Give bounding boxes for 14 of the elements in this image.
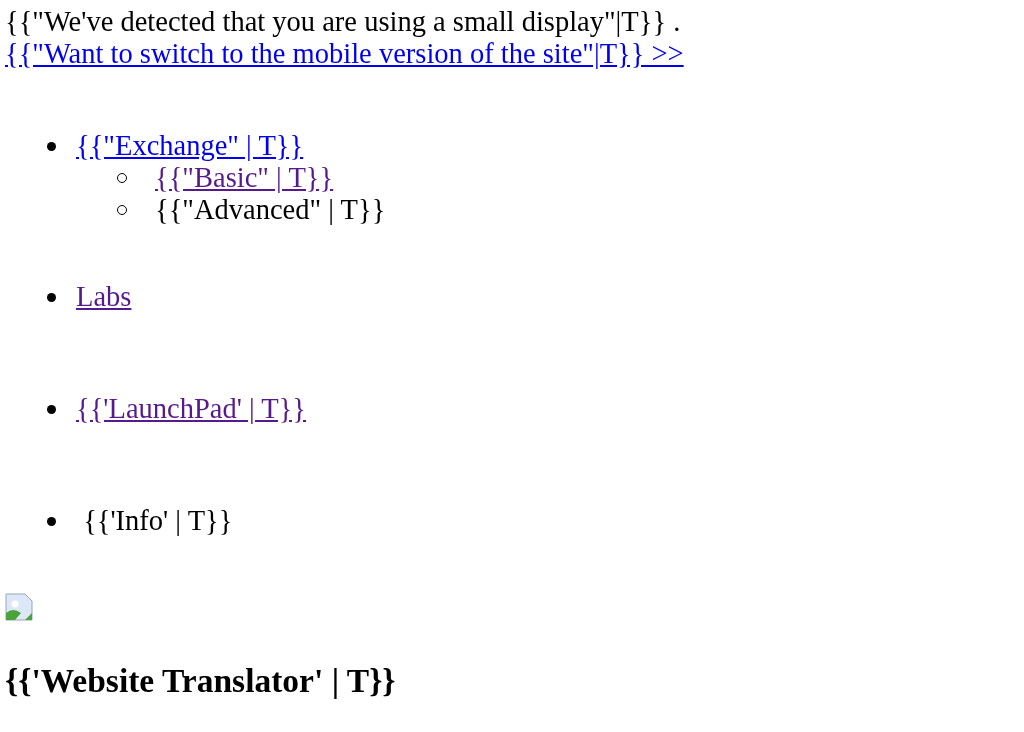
notice-text: {{"We've detected that you are using a small display"|T}} . bbox=[5, 6, 681, 37]
mobile-version-link[interactable]: {{"Want to switch to the mobile version of the site"|T}} >> bbox=[5, 38, 684, 69]
bullet-icon bbox=[47, 141, 56, 151]
bullet-icon bbox=[47, 516, 56, 526]
page-heading: {{'Website Translator' | T}} bbox=[5, 663, 397, 699]
bullet-icon bbox=[47, 292, 56, 302]
nav-label: {{"Advanced" | T}} bbox=[155, 194, 386, 226]
nav-link[interactable]: {{'LaunchPad' | T}} bbox=[76, 393, 307, 425]
nav-link[interactable]: {{"Basic" | T}} bbox=[155, 162, 334, 194]
broken-image-icon bbox=[5, 593, 33, 621]
nav-label: {{'Info' | T}} bbox=[82, 505, 233, 537]
bullet-icon bbox=[47, 404, 56, 414]
nav-link[interactable]: Labs bbox=[76, 281, 132, 313]
nav-link[interactable]: {{"Exchange" | T}} bbox=[76, 130, 304, 162]
